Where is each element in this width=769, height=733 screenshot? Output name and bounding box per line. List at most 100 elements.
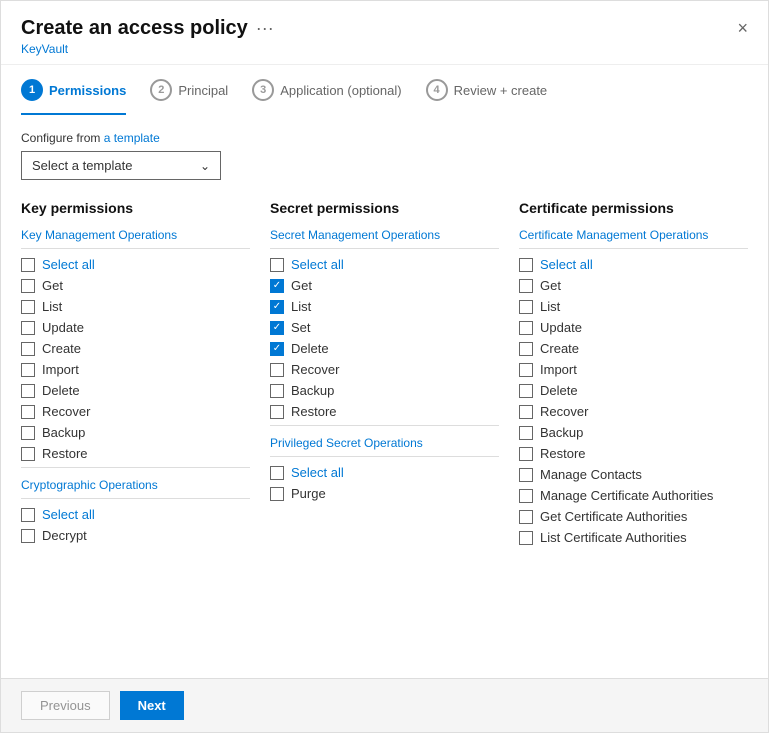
key-list-checkbox[interactable] — [21, 300, 35, 314]
list-item: Get Certificate Authorities — [519, 509, 748, 524]
key-create-label: Create — [42, 341, 81, 356]
cert-backup-label: Backup — [540, 425, 583, 440]
key-get-checkbox[interactable] — [21, 279, 35, 293]
more-options-icon[interactable]: ··· — [256, 18, 274, 39]
key-crypto-select-all-checkbox[interactable] — [21, 508, 35, 522]
key-import-label: Import — [42, 362, 79, 377]
cert-list-label: List — [540, 299, 560, 314]
secret-restore-checkbox[interactable] — [270, 405, 284, 419]
secret-backup-checkbox[interactable] — [270, 384, 284, 398]
step-label-permissions: Permissions — [49, 83, 126, 98]
panel-body: Configure from a template Select a templ… — [1, 115, 768, 678]
key-decrypt-checkbox[interactable] — [21, 529, 35, 543]
panel-header: Create an access policy ··· × KeyVault — [1, 1, 768, 65]
previous-button[interactable]: Previous — [21, 691, 110, 720]
cert-update-label: Update — [540, 320, 582, 335]
secret-select-all-checkbox[interactable] — [270, 258, 284, 272]
create-access-policy-panel: Create an access policy ··· × KeyVault 1… — [0, 0, 769, 733]
key-create-checkbox[interactable] — [21, 342, 35, 356]
step-label-review: Review + create — [454, 83, 548, 98]
key-update-checkbox[interactable] — [21, 321, 35, 335]
cert-list-checkbox[interactable] — [519, 300, 533, 314]
key-select-all-checkbox[interactable] — [21, 258, 35, 272]
secret-delete-label: Delete — [291, 341, 329, 356]
list-item: List Certificate Authorities — [519, 530, 748, 545]
list-item: List — [21, 299, 250, 314]
list-item: Select all — [270, 257, 499, 272]
list-item: Select all — [270, 465, 499, 480]
key-recover-checkbox[interactable] — [21, 405, 35, 419]
list-item: Purge — [270, 486, 499, 501]
close-button[interactable]: × — [737, 18, 748, 39]
step-application[interactable]: 3 Application (optional) — [252, 79, 401, 115]
cert-manage-ca-checkbox[interactable] — [519, 489, 533, 503]
list-item: Get — [270, 278, 499, 293]
secret-select-all-label[interactable]: Select all — [291, 257, 344, 272]
list-item: List — [519, 299, 748, 314]
cert-update-checkbox[interactable] — [519, 321, 533, 335]
cert-list-ca-checkbox[interactable] — [519, 531, 533, 545]
cert-get-checkbox[interactable] — [519, 279, 533, 293]
template-link[interactable]: a template — [104, 131, 160, 145]
key-restore-checkbox[interactable] — [21, 447, 35, 461]
secret-set-label: Set — [291, 320, 311, 335]
step-review[interactable]: 4 Review + create — [426, 79, 548, 115]
cert-get-ca-checkbox[interactable] — [519, 510, 533, 524]
secret-set-checkbox[interactable] — [270, 321, 284, 335]
cert-select-all-label[interactable]: Select all — [540, 257, 593, 272]
key-import-checkbox[interactable] — [21, 363, 35, 377]
cert-delete-label: Delete — [540, 383, 578, 398]
list-item: Import — [519, 362, 748, 377]
key-crypto-ops-title: Cryptographic Operations — [21, 478, 250, 492]
key-list-label: List — [42, 299, 62, 314]
secret-priv-select-all-label[interactable]: Select all — [291, 465, 344, 480]
cert-backup-checkbox[interactable] — [519, 426, 533, 440]
template-section: Configure from a template Select a templ… — [21, 131, 748, 180]
cert-select-all-checkbox[interactable] — [519, 258, 533, 272]
secret-priv-select-all-checkbox[interactable] — [270, 466, 284, 480]
list-item: Select all — [21, 507, 250, 522]
list-item: Delete — [21, 383, 250, 398]
key-crypto-select-all-label[interactable]: Select all — [42, 507, 95, 522]
permissions-grid: Key permissions Key Management Operation… — [21, 200, 748, 551]
template-dropdown[interactable]: Select a template ⌄ — [21, 151, 221, 180]
list-item: Create — [519, 341, 748, 356]
list-item: Get — [21, 278, 250, 293]
panel-title: Create an access policy — [21, 17, 248, 40]
cert-restore-checkbox[interactable] — [519, 447, 533, 461]
step-principal[interactable]: 2 Principal — [150, 79, 228, 115]
cert-manage-contacts-checkbox[interactable] — [519, 468, 533, 482]
list-item: Recover — [519, 404, 748, 419]
list-item: Backup — [270, 383, 499, 398]
list-item: Backup — [519, 425, 748, 440]
stepper: 1 Permissions 2 Principal 3 Application … — [1, 65, 768, 115]
cert-recover-checkbox[interactable] — [519, 405, 533, 419]
list-item: Restore — [519, 446, 748, 461]
step-circle-2: 2 — [150, 79, 172, 101]
step-permissions[interactable]: 1 Permissions — [21, 79, 126, 115]
secret-get-checkbox[interactable] — [270, 279, 284, 293]
key-backup-checkbox[interactable] — [21, 426, 35, 440]
list-item: Get — [519, 278, 748, 293]
next-button[interactable]: Next — [120, 691, 184, 720]
cert-create-checkbox[interactable] — [519, 342, 533, 356]
cert-recover-label: Recover — [540, 404, 588, 419]
step-circle-3: 3 — [252, 79, 274, 101]
cert-restore-label: Restore — [540, 446, 586, 461]
secret-purge-checkbox[interactable] — [270, 487, 284, 501]
list-item: Manage Certificate Authorities — [519, 488, 748, 503]
cert-import-checkbox[interactable] — [519, 363, 533, 377]
cert-delete-checkbox[interactable] — [519, 384, 533, 398]
key-select-all-label[interactable]: Select all — [42, 257, 95, 272]
key-permissions-title: Key permissions — [21, 200, 250, 216]
secret-restore-label: Restore — [291, 404, 337, 419]
step-label-principal: Principal — [178, 83, 228, 98]
secret-backup-label: Backup — [291, 383, 334, 398]
key-backup-label: Backup — [42, 425, 85, 440]
secret-delete-checkbox[interactable] — [270, 342, 284, 356]
secret-recover-checkbox[interactable] — [270, 363, 284, 377]
key-delete-checkbox[interactable] — [21, 384, 35, 398]
secret-priv-ops-title: Privileged Secret Operations — [270, 436, 499, 450]
list-item: Create — [21, 341, 250, 356]
secret-list-checkbox[interactable] — [270, 300, 284, 314]
